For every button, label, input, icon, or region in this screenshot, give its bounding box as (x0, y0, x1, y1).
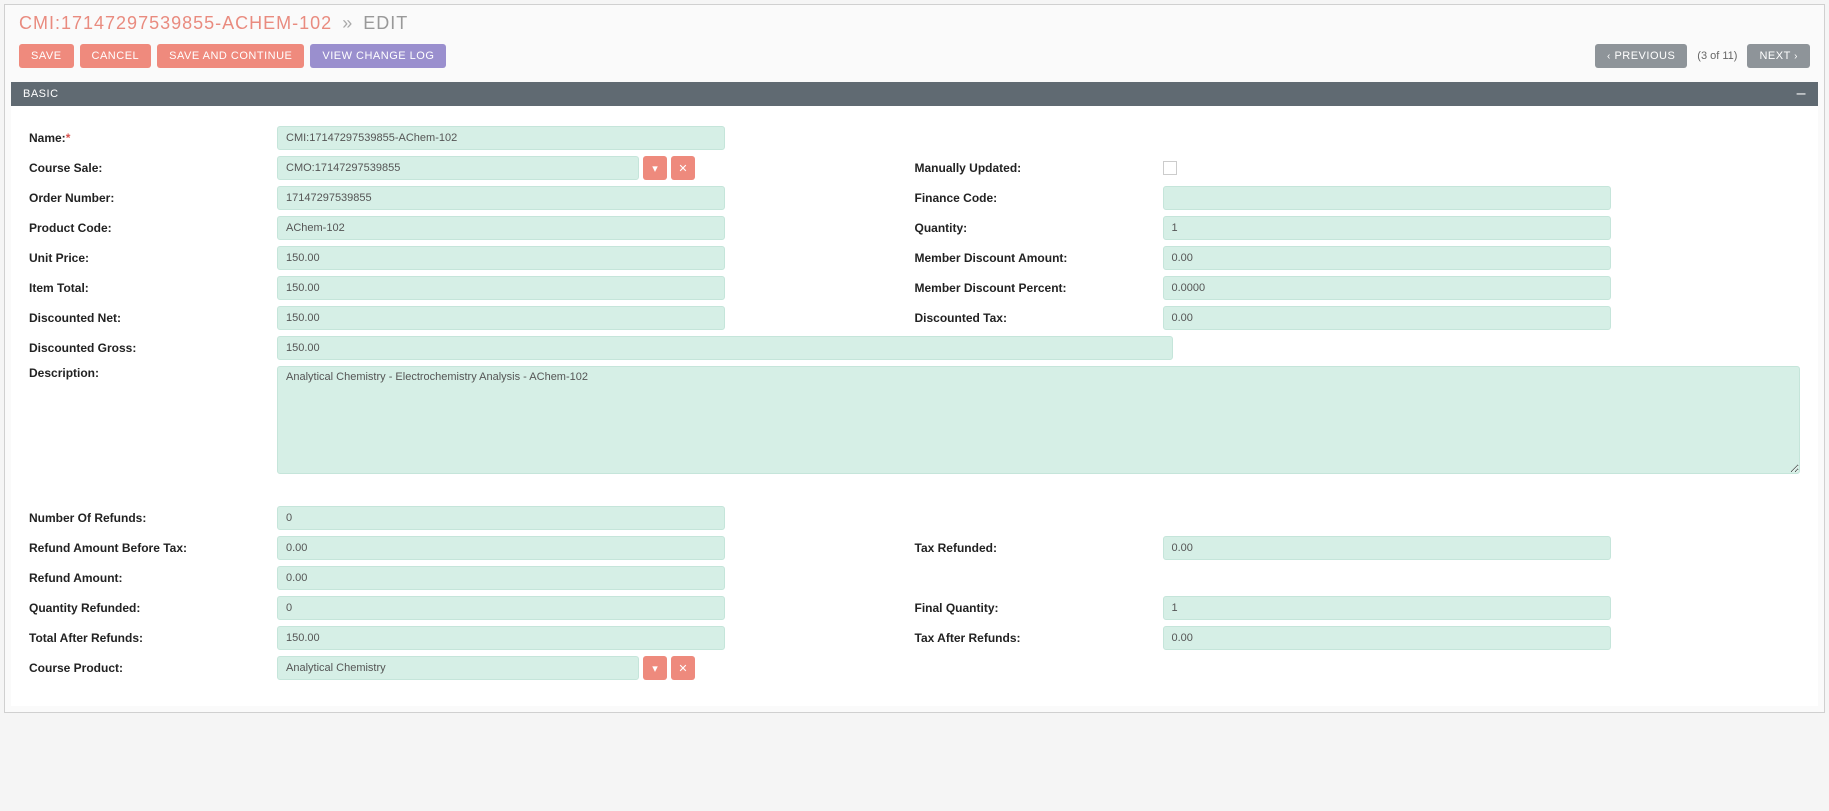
label-course-product: Course Product: (29, 661, 277, 675)
cancel-button[interactable]: CANCEL (80, 44, 152, 68)
chevron-left-icon: ‹ (1607, 51, 1611, 62)
next-button[interactable]: NEXT › (1747, 44, 1810, 68)
label-name: Name:* (29, 131, 277, 145)
course-sale-clear-button[interactable]: ✕ (671, 156, 695, 180)
label-item-total: Item Total: (29, 281, 277, 295)
description-field[interactable] (277, 366, 1800, 474)
record-title: CMI:17147297539855-ACHEM-102 (19, 13, 332, 33)
label-member-discount-percent: Member Discount Percent: (915, 281, 1163, 295)
collapse-icon[interactable]: – (1797, 89, 1806, 99)
discounted-tax-field[interactable] (1163, 306, 1611, 330)
refund-amount-field[interactable] (277, 566, 725, 590)
discounted-net-field[interactable] (277, 306, 725, 330)
label-number-refunds: Number Of Refunds: (29, 511, 277, 525)
pin-icon: ▾ (652, 162, 658, 175)
label-tax-after-refunds: Tax After Refunds: (915, 631, 1163, 645)
quantity-field[interactable] (1163, 216, 1611, 240)
label-description: Description: (29, 366, 277, 380)
label-total-after-refunds: Total After Refunds: (29, 631, 277, 645)
previous-label: PREVIOUS (1614, 50, 1675, 62)
next-label: NEXT (1759, 50, 1790, 62)
label-finance-code: Finance Code: (915, 191, 1163, 205)
label-refund-amount: Refund Amount: (29, 571, 277, 585)
name-field[interactable] (277, 126, 725, 150)
label-quantity-refunded: Quantity Refunded: (29, 601, 277, 615)
chevron-right-icon: › (1794, 51, 1798, 62)
label-quantity: Quantity: (915, 221, 1163, 235)
unit-price-field[interactable] (277, 246, 725, 270)
pin-icon: ▾ (652, 662, 658, 675)
title-separator: » (342, 13, 353, 33)
number-refunds-field[interactable] (277, 506, 725, 530)
label-member-discount-amount: Member Discount Amount: (915, 251, 1163, 265)
label-discounted-gross: Discounted Gross: (29, 341, 277, 355)
pager-position: (3 of 11) (1693, 50, 1741, 62)
form-body: Name:* Course Sale: ▾ ✕ Manually Updated… (11, 106, 1818, 706)
member-discount-percent-field[interactable] (1163, 276, 1611, 300)
view-change-log-button[interactable]: VIEW CHANGE LOG (310, 44, 446, 68)
tax-after-refunds-field[interactable] (1163, 626, 1611, 650)
section-header-basic[interactable]: BASIC – (11, 82, 1818, 106)
course-sale-field[interactable] (277, 156, 639, 180)
page-mode: EDIT (363, 13, 408, 33)
label-refund-before-tax: Refund Amount Before Tax: (29, 541, 277, 555)
section-title: BASIC (23, 88, 59, 100)
label-discounted-tax: Discounted Tax: (915, 311, 1163, 325)
close-icon: ✕ (678, 162, 687, 175)
save-continue-button[interactable]: SAVE AND CONTINUE (157, 44, 304, 68)
label-tax-refunded: Tax Refunded: (915, 541, 1163, 555)
quantity-refunded-field[interactable] (277, 596, 725, 620)
member-discount-amount-field[interactable] (1163, 246, 1611, 270)
save-button[interactable]: SAVE (19, 44, 74, 68)
label-manually-updated: Manually Updated: (915, 161, 1163, 175)
label-product-code: Product Code: (29, 221, 277, 235)
course-product-field[interactable] (277, 656, 639, 680)
page-header: CMI:17147297539855-ACHEM-102 » EDIT (5, 5, 1824, 40)
finance-code-field[interactable] (1163, 186, 1611, 210)
label-discounted-net: Discounted Net: (29, 311, 277, 325)
label-order-number: Order Number: (29, 191, 277, 205)
label-course-sale: Course Sale: (29, 161, 277, 175)
final-quantity-field[interactable] (1163, 596, 1611, 620)
order-number-field[interactable] (277, 186, 725, 210)
close-icon: ✕ (678, 662, 687, 675)
course-sale-pin-button[interactable]: ▾ (643, 156, 667, 180)
discounted-gross-field[interactable] (277, 336, 1173, 360)
tax-refunded-field[interactable] (1163, 536, 1611, 560)
label-final-quantity: Final Quantity: (915, 601, 1163, 615)
item-total-field[interactable] (277, 276, 725, 300)
refund-before-tax-field[interactable] (277, 536, 725, 560)
manually-updated-checkbox[interactable] (1163, 161, 1177, 175)
previous-button[interactable]: ‹ PREVIOUS (1595, 44, 1687, 68)
label-unit-price: Unit Price: (29, 251, 277, 265)
total-after-refunds-field[interactable] (277, 626, 725, 650)
course-product-pin-button[interactable]: ▾ (643, 656, 667, 680)
course-product-clear-button[interactable]: ✕ (671, 656, 695, 680)
product-code-field[interactable] (277, 216, 725, 240)
